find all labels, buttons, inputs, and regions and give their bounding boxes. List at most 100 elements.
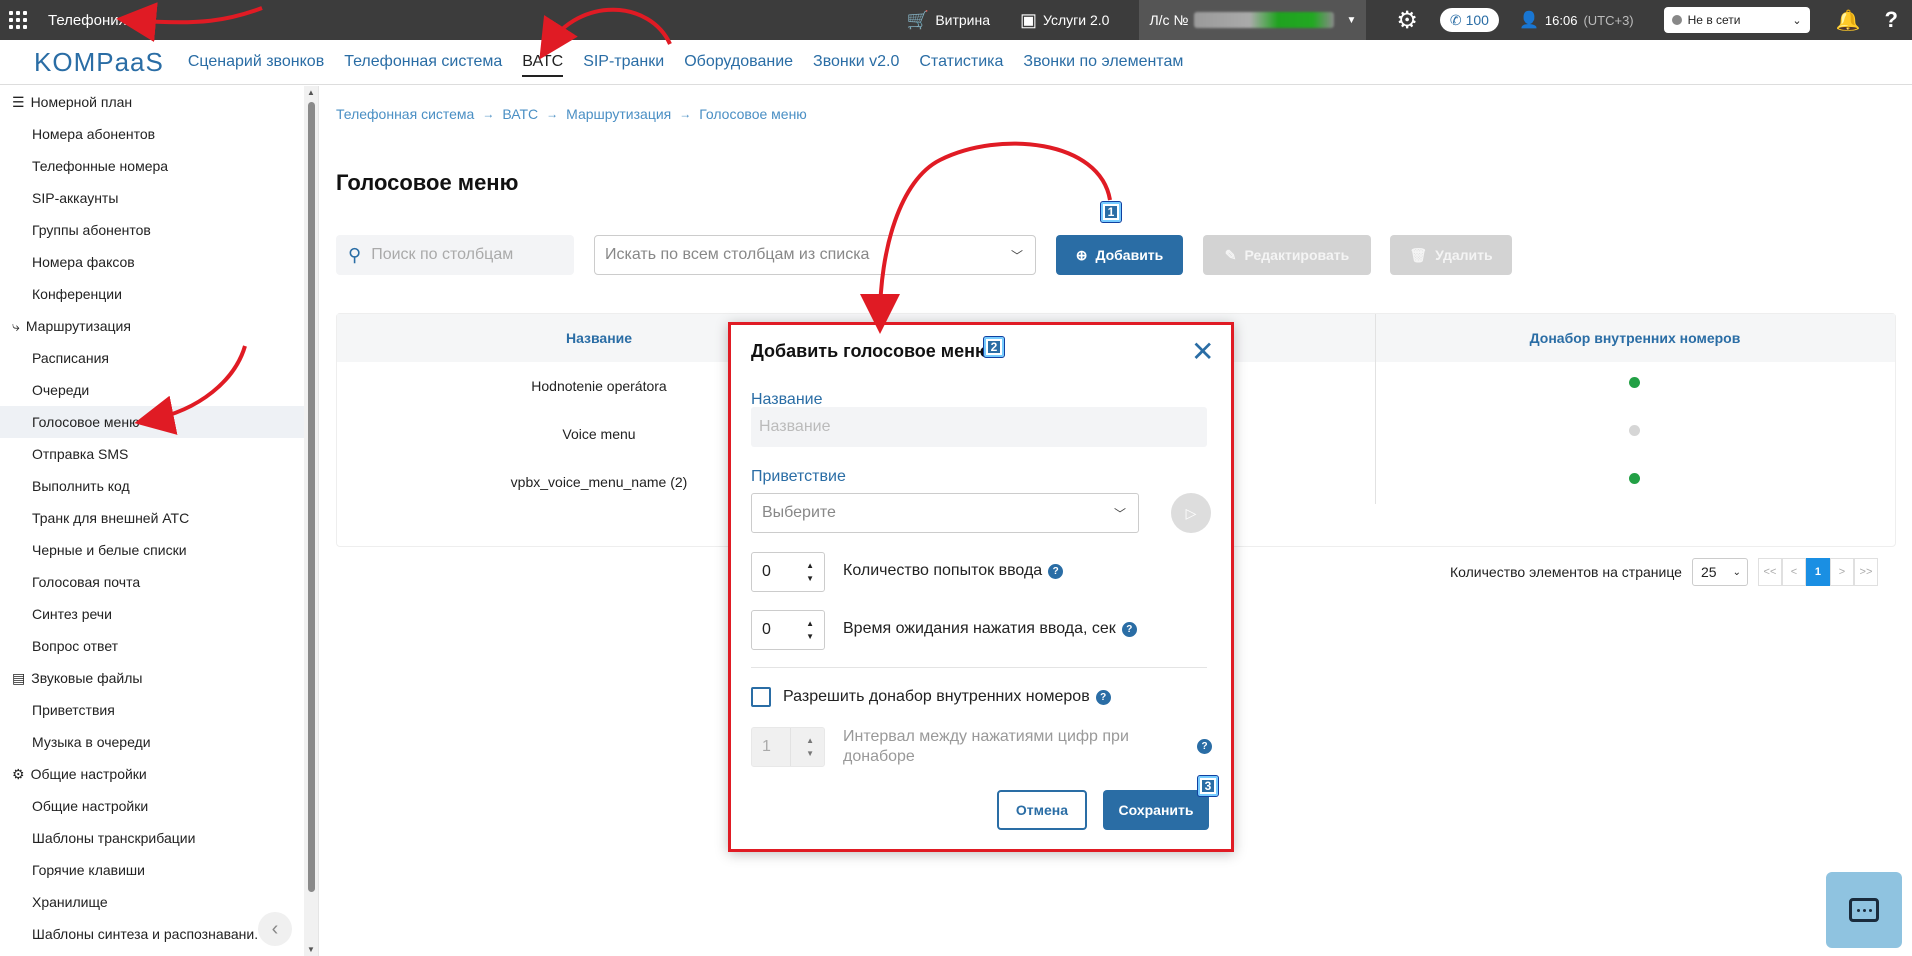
nav-sip-trunks[interactable]: SIP-транки bbox=[583, 40, 664, 85]
collapse-sidebar-button[interactable]: ‹ bbox=[258, 912, 292, 946]
nav-phone-system[interactable]: Телефонная система bbox=[344, 40, 502, 85]
sidebar-item-transcription-templates[interactable]: Шаблоны транскрибации bbox=[0, 822, 304, 854]
next-page-button[interactable]: > bbox=[1829, 558, 1854, 586]
arrow-right-icon: → bbox=[546, 107, 559, 121]
dial-status-dot bbox=[1629, 377, 1640, 388]
scrollbar-thumb[interactable] bbox=[308, 102, 315, 892]
stepper-arrows-icon[interactable]: ▲ ▼ bbox=[806, 734, 814, 760]
edit-button[interactable]: ✎ Редактировать bbox=[1203, 235, 1371, 275]
sidebar-item-queues[interactable]: Очереди bbox=[0, 374, 304, 406]
last-page-button[interactable]: >> bbox=[1853, 558, 1878, 586]
nav-vats[interactable]: ВАТС bbox=[522, 40, 563, 85]
cancel-button[interactable]: Отмена bbox=[997, 790, 1087, 830]
nav-call-scenario[interactable]: Сценарий звонков bbox=[188, 40, 324, 85]
section-title: Номерной план bbox=[30, 94, 133, 110]
sidebar-item-qa[interactable]: Вопрос ответ bbox=[0, 630, 304, 662]
logo[interactable]: KOMPaaS bbox=[34, 47, 164, 78]
help-icon[interactable]: ? bbox=[1048, 563, 1064, 579]
breadcrumb-item[interactable]: ВАТС bbox=[502, 106, 538, 122]
gear-icon: ⚙ bbox=[12, 765, 25, 782]
sidebar-item-voicemail[interactable]: Голосовая почта bbox=[0, 566, 304, 598]
status-select[interactable]: Не в сети ⌄ bbox=[1663, 7, 1810, 33]
pencil-icon: ✎ bbox=[1224, 246, 1237, 263]
divider bbox=[751, 667, 1207, 668]
sidebar-item-run-code[interactable]: Выполнить код bbox=[0, 470, 304, 502]
attempts-row: Количество попыток ввода ? bbox=[843, 562, 1064, 580]
sidebar-item-groups[interactable]: Группы абонентов bbox=[0, 214, 304, 246]
save-button[interactable]: Сохранить bbox=[1103, 790, 1209, 830]
bell-icon[interactable]: 🔔 bbox=[1836, 8, 1861, 33]
column-header-dial[interactable]: Донабор внутренних номеров bbox=[1375, 330, 1895, 346]
sidebar-item-external-trunk[interactable]: Транк для внешней АТС bbox=[0, 502, 304, 534]
help-icon[interactable]: ? bbox=[1885, 7, 1898, 33]
breadcrumb-item[interactable]: Маршрутизация bbox=[566, 106, 671, 122]
page-size-select[interactable]: 25 ⌄ bbox=[1691, 558, 1748, 586]
help-icon[interactable]: ? bbox=[1197, 739, 1212, 754]
timeout-stepper[interactable]: 0 ▲ ▼ bbox=[751, 610, 825, 650]
first-page-button[interactable]: << bbox=[1757, 558, 1782, 586]
name-field[interactable]: Название bbox=[751, 407, 1207, 447]
scroll-down-icon[interactable]: ▼ bbox=[307, 945, 315, 954]
sidebar-item-greetings[interactable]: Приветствия bbox=[0, 694, 304, 726]
prev-page-button[interactable]: < bbox=[1781, 558, 1806, 586]
step-badge-2: 2 bbox=[983, 336, 1005, 358]
chevron-down-icon: ﹀ bbox=[1113, 506, 1126, 521]
app-title[interactable]: Телефония bbox=[48, 12, 127, 29]
sidebar-item-general-settings[interactable]: Общие настройки bbox=[0, 790, 304, 822]
files-icon: ▤ bbox=[12, 669, 26, 686]
play-button[interactable]: ▷ bbox=[1171, 493, 1211, 533]
nav-calls-by-elements[interactable]: Звонки по элементам bbox=[1023, 40, 1183, 85]
search-input[interactable]: ⚲ Поиск по столбцам bbox=[336, 235, 574, 275]
breadcrumb-item[interactable]: Голосовое меню bbox=[699, 106, 807, 122]
showcase-link[interactable]: 🛒 Витрина bbox=[907, 10, 990, 31]
chat-widget-button[interactable] bbox=[1826, 872, 1902, 948]
page-button-current[interactable]: 1 bbox=[1805, 558, 1830, 586]
sidebar-item-blacklists[interactable]: Черные и белые списки bbox=[0, 534, 304, 566]
time-value: 16:06 bbox=[1544, 12, 1578, 28]
settings-gear-icon[interactable]: ⚙ bbox=[1396, 6, 1418, 35]
sidebar-item-queue-music[interactable]: Музыка в очереди bbox=[0, 726, 304, 758]
column-filter-select[interactable]: Искать по всем столбцам из списка ﹀ bbox=[594, 235, 1036, 275]
sidebar-item-hotkeys[interactable]: Горячие клавиши bbox=[0, 854, 304, 886]
user-avatar-icon[interactable]: 👤 bbox=[1519, 10, 1539, 30]
allow-dial-label[interactable]: Разрешить донабор внутренних номеров bbox=[783, 688, 1090, 706]
sidebar-item-fax[interactable]: Номера факсов bbox=[0, 246, 304, 278]
sidebar-item-sms[interactable]: Отправка SMS bbox=[0, 438, 304, 470]
sidebar-item-tts[interactable]: Синтез речи bbox=[0, 598, 304, 630]
close-icon[interactable]: ✕ bbox=[1191, 338, 1214, 366]
nav-calls-v2[interactable]: Звонки v2.0 bbox=[813, 40, 899, 85]
sidebar-section-sound-files[interactable]: ▤ Звуковые файлы bbox=[0, 662, 304, 694]
sidebar-item-conferences[interactable]: Конференции bbox=[0, 278, 304, 310]
sidebar-item-subscribers[interactable]: Номера абонентов bbox=[0, 118, 304, 150]
help-icon[interactable]: ? bbox=[1095, 689, 1111, 705]
sidebar-section-routing[interactable]: ⤷ Маршрутизация bbox=[0, 310, 304, 342]
sidebar-item-storage[interactable]: Хранилище bbox=[0, 886, 304, 918]
help-icon[interactable]: ? bbox=[1121, 621, 1137, 637]
sidebar-item-schedules[interactable]: Расписания bbox=[0, 342, 304, 374]
sidebar-item-sip-accounts[interactable]: SIP-аккаунты bbox=[0, 182, 304, 214]
sidebar-section-general[interactable]: ⚙ Общие настройки bbox=[0, 758, 304, 790]
delete-button[interactable]: 🗑 Удалить bbox=[1390, 235, 1512, 275]
status-dot bbox=[1671, 15, 1682, 25]
apps-menu-button[interactable] bbox=[0, 0, 36, 40]
allow-dial-checkbox[interactable] bbox=[751, 687, 771, 707]
scroll-up-icon[interactable]: ▲ bbox=[307, 88, 315, 97]
nav-statistics[interactable]: Статистика bbox=[919, 40, 1003, 85]
add-button[interactable]: ⊕ Добавить bbox=[1056, 235, 1183, 275]
interval-stepper[interactable]: 1 ▲ ▼ bbox=[751, 727, 825, 767]
nav-equipment[interactable]: Оборудование bbox=[684, 40, 793, 85]
stepper-arrows-icon[interactable]: ▲ ▼ bbox=[806, 559, 814, 585]
sidebar-section-numbering[interactable]: ☰ Номерной план bbox=[0, 86, 304, 118]
greeting-select[interactable]: Выберите ﹀ bbox=[751, 493, 1139, 533]
breadcrumb-item[interactable]: Телефонная система bbox=[336, 106, 474, 122]
services-link[interactable]: ▣ Услуги 2.0 bbox=[1020, 10, 1109, 31]
breadcrumb: Телефонная система → ВАТС → Маршрутизаци… bbox=[336, 106, 807, 122]
sidebar-item-voice-menu[interactable]: Голосовое меню bbox=[0, 406, 304, 438]
sidebar-item-phone-numbers[interactable]: Телефонные номера bbox=[0, 150, 304, 182]
sidebar-scrollbar[interactable]: ▲ ▼ bbox=[304, 86, 318, 956]
stepper-arrows-icon[interactable]: ▲ ▼ bbox=[806, 617, 814, 643]
account-selector[interactable]: Л/с № ▼ bbox=[1139, 0, 1367, 40]
edit-label: Редактировать bbox=[1244, 247, 1350, 263]
phone-counter[interactable]: ✆ 100 bbox=[1439, 8, 1499, 32]
attempts-stepper[interactable]: 0 ▲ ▼ bbox=[751, 552, 825, 592]
